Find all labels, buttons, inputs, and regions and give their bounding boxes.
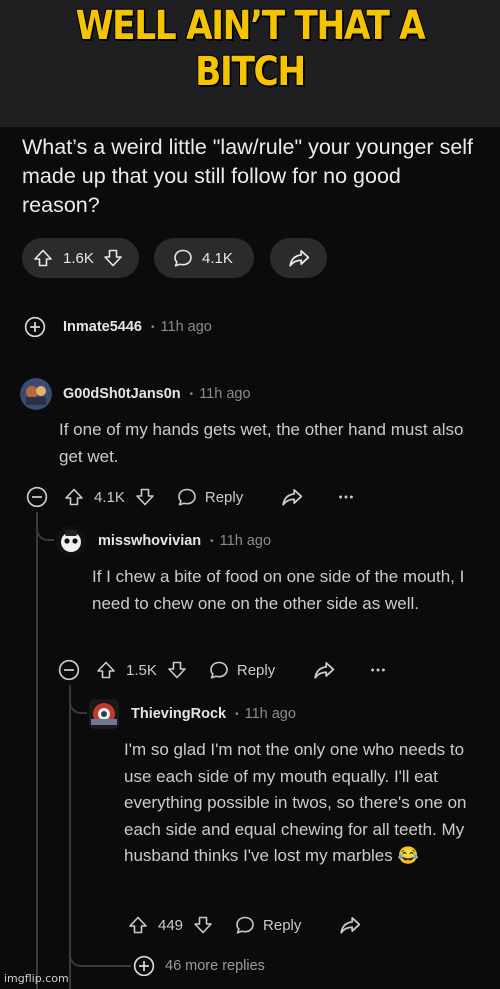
- comment-time: 11h ago: [199, 386, 251, 402]
- share-icon[interactable]: [281, 486, 303, 508]
- comment-header: misswhovivian • 11h ago: [55, 525, 271, 557]
- downvote-icon[interactable]: [135, 487, 155, 507]
- post-share-button[interactable]: [270, 238, 327, 278]
- reply-label: Reply: [236, 661, 276, 679]
- downvote-icon[interactable]: [167, 660, 187, 680]
- comment-bubble-icon: [235, 915, 255, 935]
- downvote-icon[interactable]: [103, 248, 123, 268]
- more-replies-label: 46 more replies: [165, 958, 265, 974]
- comment-vote-count: 1.5K: [126, 661, 157, 679]
- expand-replies-icon: [133, 955, 155, 977]
- comment-body: I'm so glad I'm not the only one who nee…: [124, 740, 467, 865]
- avatar[interactable]: [20, 378, 52, 410]
- comment-vote-count: 449: [158, 916, 184, 934]
- comment-time: 11h ago: [244, 706, 296, 722]
- share-icon[interactable]: [313, 659, 335, 681]
- comment-time: 11h ago: [219, 533, 272, 549]
- comment-body: If one of my hands gets wet, the other h…: [59, 420, 464, 466]
- collapse-thread-icon[interactable]: [26, 486, 48, 508]
- comment-username[interactable]: misswhovivian: [98, 533, 201, 549]
- avatar[interactable]: [88, 698, 120, 730]
- collapsed-comment-header: Inmate5446 • 11h ago: [24, 316, 212, 338]
- reply-label: Reply: [263, 916, 302, 934]
- more-options-icon[interactable]: [369, 661, 387, 679]
- comment-username[interactable]: G00dSh0tJans0n: [63, 386, 181, 402]
- separator-dot: •: [189, 388, 194, 400]
- post-comments-button[interactable]: 4.1K: [154, 238, 254, 278]
- reply-connector: [36, 512, 54, 541]
- comment-bubble-icon: [177, 487, 197, 507]
- more-replies-link[interactable]: 46 more replies: [133, 955, 265, 977]
- share-icon[interactable]: [339, 914, 361, 936]
- collapsed-comment-time: 11h ago: [160, 319, 212, 335]
- comment-actions: 1.5K Reply: [58, 659, 387, 681]
- post-title: What’s a weird little "law/rule" your yo…: [22, 135, 474, 217]
- reply-button[interactable]: Reply: [209, 660, 275, 680]
- more-replies-connector: [69, 939, 131, 967]
- comment-header: G00dSh0tJans0n • 11h ago: [20, 378, 251, 410]
- comment-header: ThievingRock • 11h ago: [88, 698, 296, 730]
- downvote-icon[interactable]: [193, 915, 213, 935]
- reddit-thread: What’s a weird little "law/rule" your yo…: [0, 127, 500, 989]
- collapse-thread-icon[interactable]: [58, 659, 80, 681]
- collapsed-comment-username[interactable]: Inmate5446: [63, 319, 142, 335]
- separator-dot: •: [151, 321, 155, 333]
- comment-body: If I chew a bite of food on one side of …: [92, 567, 465, 613]
- comment-actions: 449 Reply: [128, 914, 361, 936]
- reply-button[interactable]: Reply: [177, 487, 243, 507]
- comment-username[interactable]: ThievingRock: [131, 706, 226, 722]
- separator-dot: •: [210, 535, 214, 547]
- meme-caption: WELL AIN’T THAT A BITCH: [75, 3, 426, 95]
- reply-button[interactable]: Reply: [235, 915, 301, 935]
- meme-caption-panel: WELL AIN’T THAT A BITCH: [0, 0, 500, 127]
- imgflip-watermark: imgflip.com: [4, 972, 69, 985]
- share-icon: [288, 247, 310, 269]
- avatar[interactable]: [55, 525, 87, 557]
- separator-dot: •: [235, 708, 239, 720]
- comment-bubble-icon: [209, 660, 229, 680]
- reply-connector: [69, 685, 87, 714]
- comment-vote-count: 4.1K: [94, 488, 125, 506]
- post-vote-count: 1.6K: [63, 249, 94, 267]
- upvote-icon[interactable]: [128, 915, 148, 935]
- more-options-icon[interactable]: [337, 488, 355, 506]
- expand-thread-icon[interactable]: [24, 316, 46, 338]
- comment-actions: 4.1K Reply: [26, 486, 355, 508]
- reply-label: Reply: [204, 488, 244, 506]
- upvote-icon[interactable]: [33, 248, 53, 268]
- thread-line: [36, 512, 38, 989]
- post-comment-count: 4.1K: [202, 249, 233, 267]
- post-vote-pill: 1.6K: [22, 238, 139, 278]
- upvote-icon[interactable]: [96, 660, 116, 680]
- comment-bubble-icon: [173, 248, 193, 268]
- upvote-icon[interactable]: [64, 487, 84, 507]
